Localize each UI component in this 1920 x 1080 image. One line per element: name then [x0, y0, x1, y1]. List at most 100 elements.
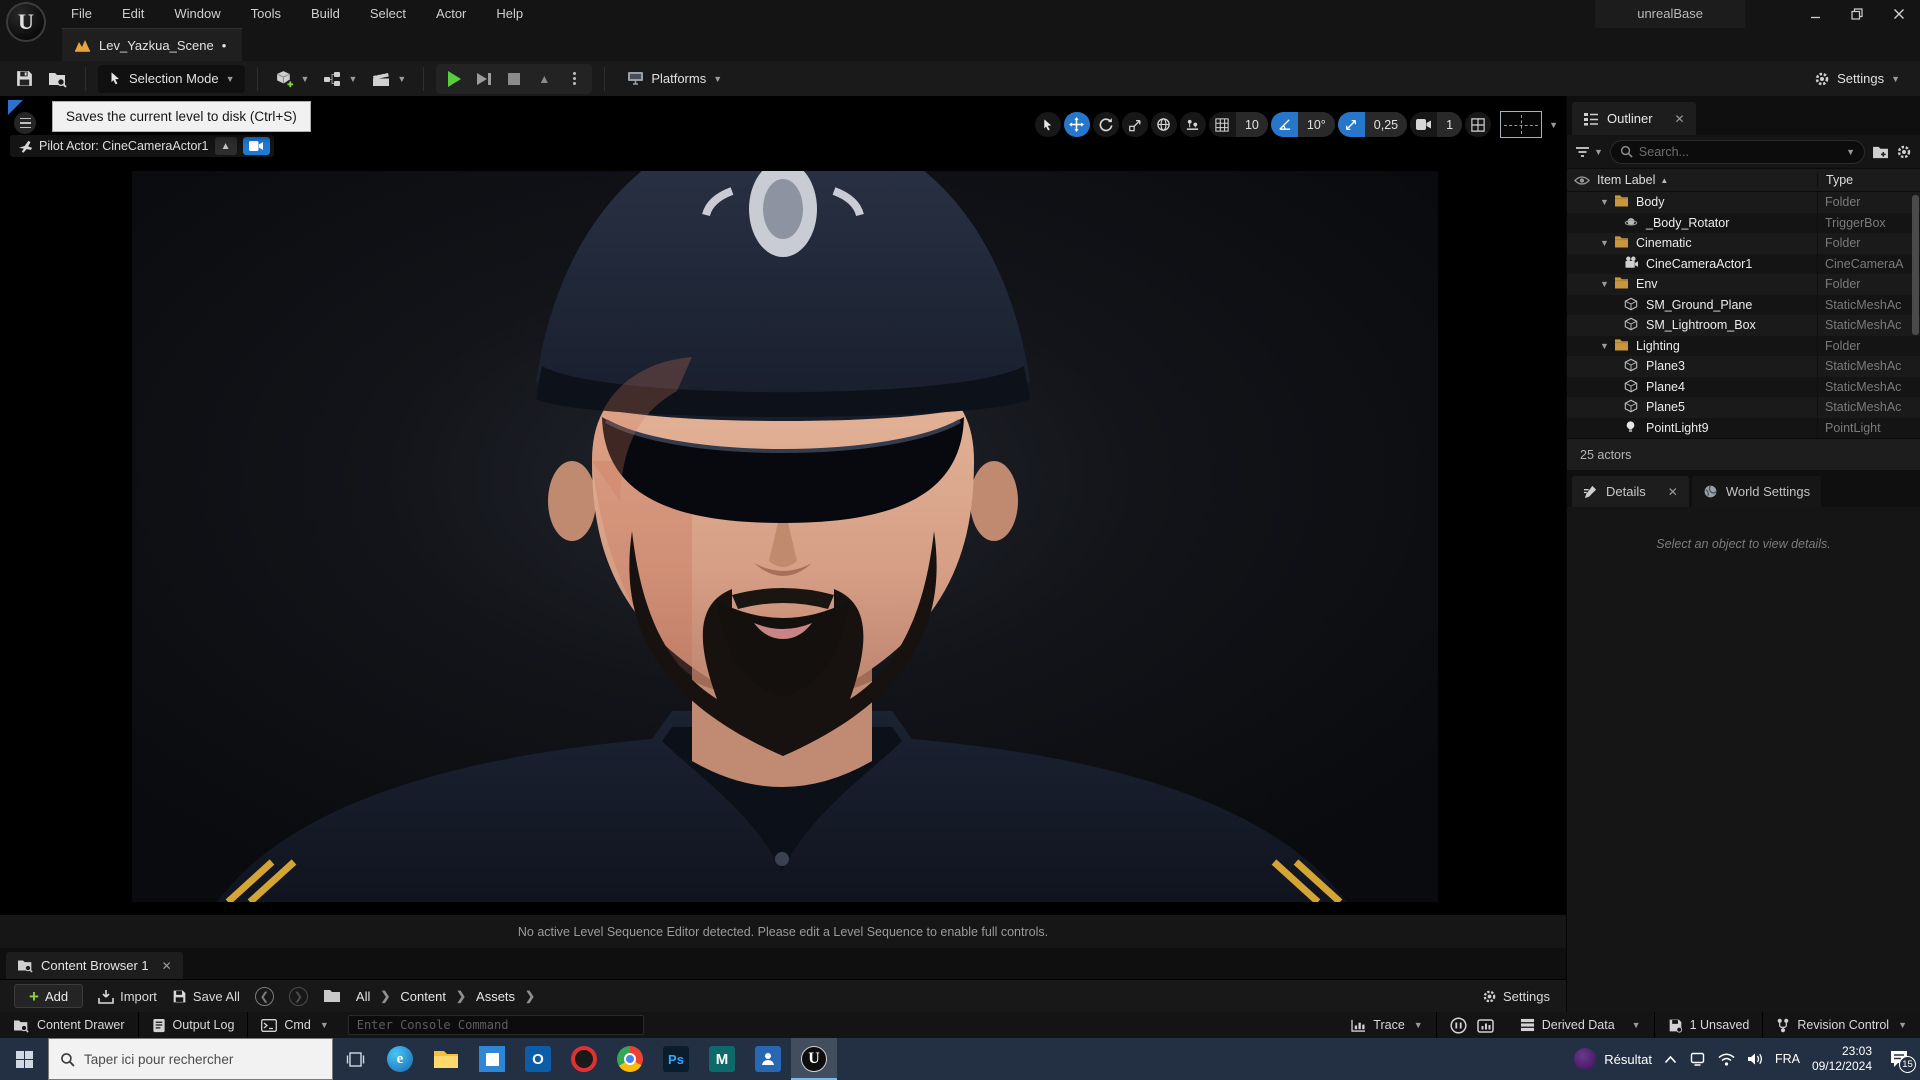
- taskbar-app-microsoft-edge[interactable]: e: [377, 1038, 423, 1080]
- taskbar-search-input[interactable]: [84, 1051, 321, 1067]
- start-button[interactable]: [0, 1038, 48, 1080]
- console-command-input[interactable]: [347, 1015, 644, 1035]
- select-tool-button[interactable]: [1034, 112, 1061, 137]
- close-icon[interactable]: ✕: [162, 959, 172, 973]
- outliner-row-plane3[interactable]: Plane3 StaticMeshAc: [1567, 356, 1920, 377]
- preview-options-chevron-icon[interactable]: ▼: [1549, 120, 1558, 130]
- unreal-logo-icon[interactable]: U: [6, 2, 46, 42]
- menu-actor[interactable]: Actor: [421, 0, 481, 28]
- type-column-header[interactable]: Type: [1817, 173, 1920, 187]
- save-level-button[interactable]: [10, 65, 39, 93]
- outliner-row-env[interactable]: ▼ Env Folder: [1567, 274, 1920, 295]
- pause-trace-icon[interactable]: [1450, 1016, 1467, 1034]
- outliner-scrollbar[interactable]: [1912, 195, 1919, 335]
- taskbar-app-file-explorer[interactable]: [423, 1038, 469, 1080]
- menu-help[interactable]: Help: [481, 0, 538, 28]
- menu-edit[interactable]: Edit: [107, 0, 159, 28]
- platforms-dropdown[interactable]: Platforms ▼: [617, 65, 732, 93]
- menu-select[interactable]: Select: [355, 0, 421, 28]
- close-button[interactable]: [1878, 0, 1920, 28]
- visibility-column-header[interactable]: [1567, 175, 1597, 186]
- grid-snap-control[interactable]: 10: [1208, 112, 1268, 137]
- taskbar-app-chrome[interactable]: [607, 1038, 653, 1080]
- stop-piloting-button[interactable]: ▲: [214, 137, 237, 155]
- menu-window[interactable]: Window: [159, 0, 235, 28]
- taskbar-app-opera[interactable]: [561, 1038, 607, 1080]
- menu-file[interactable]: File: [56, 0, 107, 28]
- browse-content-button[interactable]: [43, 65, 73, 93]
- breadcrumb-assets[interactable]: Assets: [476, 989, 515, 1004]
- viewport-menu-button[interactable]: [14, 112, 36, 134]
- rotation-snap-control[interactable]: 10°: [1270, 112, 1335, 137]
- add-button[interactable]: + Add: [14, 984, 84, 1008]
- outliner-row-cinecameraactor1[interactable]: CineCameraActor1 CineCameraA: [1567, 254, 1920, 275]
- tab-level[interactable]: Lev_Yazkua_Scene •: [62, 28, 243, 61]
- item-label-column-header[interactable]: Item Label ▲: [1597, 173, 1817, 187]
- outliner-row-_body_rotator[interactable]: _Body_Rotator TriggerBox: [1567, 213, 1920, 234]
- viewport-layout-button[interactable]: [1465, 112, 1492, 137]
- blueprints-button[interactable]: ▼: [318, 65, 362, 93]
- expand-arrow-icon[interactable]: ▼: [1600, 238, 1614, 248]
- breadcrumb-all[interactable]: All: [356, 989, 370, 1004]
- outliner-row-cinematic[interactable]: ▼ Cinematic Folder: [1567, 233, 1920, 254]
- camera-speed-control[interactable]: 1: [1410, 112, 1463, 137]
- play-button[interactable]: [440, 65, 468, 93]
- rotate-tool-button[interactable]: [1092, 112, 1119, 137]
- forward-button[interactable]: ❯: [288, 986, 308, 1006]
- expand-arrow-icon[interactable]: ▼: [1600, 197, 1614, 207]
- tab-world-settings[interactable]: World Settings: [1691, 476, 1822, 507]
- revision-control-dropdown[interactable]: Revision Control ▼: [1763, 1012, 1920, 1038]
- trace-dropdown[interactable]: Trace ▼: [1338, 1012, 1437, 1038]
- taskbar-app-character-app[interactable]: [745, 1038, 791, 1080]
- unsaved-button[interactable]: 1 Unsaved: [1655, 1012, 1764, 1038]
- new-folder-button[interactable]: [1872, 145, 1889, 159]
- output-log-button[interactable]: Output Log: [139, 1012, 249, 1038]
- selection-mode-dropdown[interactable]: Selection Mode ▼: [98, 64, 245, 93]
- expand-arrow-icon[interactable]: ▼: [1600, 279, 1614, 289]
- taskbar-app-unreal-editor[interactable]: U: [791, 1038, 837, 1080]
- outliner-filter-button[interactable]: ▼: [1575, 146, 1603, 158]
- derived-data-dropdown[interactable]: Derived Data ▼: [1507, 1012, 1655, 1038]
- wifi-icon[interactable]: [1718, 1053, 1735, 1066]
- tab-outliner[interactable]: Outliner ✕: [1572, 102, 1696, 135]
- taskbar-app-photos[interactable]: [469, 1038, 515, 1080]
- tab-content-browser[interactable]: Content Browser 1 ✕: [6, 952, 183, 979]
- settings-dropdown[interactable]: Settings ▼: [1804, 65, 1910, 93]
- outliner-row-body[interactable]: ▼ Body Folder: [1567, 192, 1920, 213]
- outliner-row-sm_lightroom_box[interactable]: SM_Lightroom_Box StaticMeshAc: [1567, 315, 1920, 336]
- menu-build[interactable]: Build: [296, 0, 355, 28]
- restore-button[interactable]: [1836, 0, 1878, 28]
- stop-button[interactable]: [500, 65, 528, 93]
- search-options-chevron-icon[interactable]: ▼: [1846, 147, 1855, 157]
- import-button[interactable]: Import: [98, 989, 157, 1004]
- taskbar-app-outlook[interactable]: O: [515, 1038, 561, 1080]
- play-options-button[interactable]: [560, 65, 588, 93]
- add-actor-button[interactable]: ▼: [270, 65, 315, 93]
- outliner-settings-button[interactable]: [1896, 144, 1912, 160]
- cinematics-button[interactable]: ▼: [366, 65, 411, 93]
- camera-preview-box[interactable]: [1500, 111, 1543, 138]
- outliner-row-pointlight9[interactable]: PointLight9 PointLight: [1567, 418, 1920, 439]
- close-icon[interactable]: ✕: [1668, 485, 1678, 499]
- outliner-search-box[interactable]: ▼: [1609, 139, 1865, 164]
- content-browser-settings-button[interactable]: Settings: [1482, 989, 1550, 1004]
- taskbar-app-photoshop[interactable]: Ps: [653, 1038, 699, 1080]
- save-all-button[interactable]: Save All: [172, 989, 240, 1004]
- notification-center-button[interactable]: 15: [1884, 1044, 1916, 1074]
- minimize-button[interactable]: [1794, 0, 1836, 28]
- outliner-row-lighting[interactable]: ▼ Lighting Folder: [1567, 336, 1920, 357]
- tray-expand-chevron-icon[interactable]: [1664, 1055, 1677, 1064]
- taskbar-search-box[interactable]: [48, 1038, 333, 1080]
- outliner-row-plane5[interactable]: Plane5 StaticMeshAc: [1567, 397, 1920, 418]
- close-icon[interactable]: ✕: [1675, 112, 1685, 126]
- pilot-camera-view-button[interactable]: [242, 137, 270, 155]
- search-input[interactable]: [1638, 144, 1841, 159]
- language-indicator[interactable]: FRA: [1775, 1052, 1800, 1066]
- back-button[interactable]: ❮: [254, 986, 274, 1006]
- clock[interactable]: 23:03 09/12/2024: [1812, 1044, 1872, 1074]
- task-view-button[interactable]: [333, 1038, 377, 1080]
- cast-icon[interactable]: [1689, 1052, 1706, 1066]
- eject-button[interactable]: ▲: [530, 65, 558, 93]
- tray-result-app[interactable]: Résultat: [1574, 1048, 1652, 1070]
- surface-snapping-button[interactable]: [1179, 112, 1206, 137]
